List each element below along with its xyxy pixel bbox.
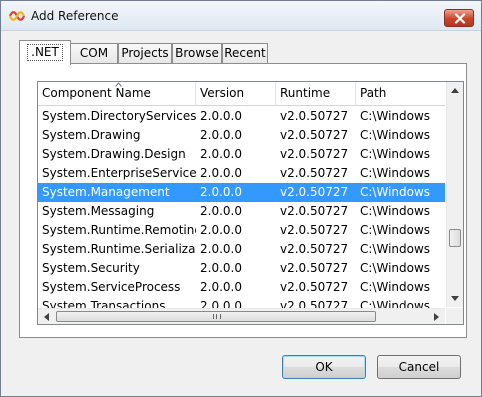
window-title: Add Reference: [31, 9, 119, 23]
list-header: Component Name Version Runtime Path: [38, 82, 445, 106]
cell-runtime: v2.0.50727: [280, 280, 349, 294]
list-rows: System.DirectoryServices.P... 2.0.0.0 v2.0…: [38, 107, 445, 310]
list-item[interactable]: System.Runtime.Remoting 2.0.0.0 v2.0.50727…: [38, 221, 445, 240]
list-item[interactable]: System.ServiceProcess 2.0.0.0 v2.0.50727 C:…: [38, 278, 445, 297]
tab-browse-label: Browse: [175, 46, 219, 60]
column-label: Component Name: [42, 86, 151, 100]
close-button[interactable]: [444, 9, 474, 27]
cell-name: System.Runtime.Remoting: [42, 223, 196, 237]
cell-name: System.Runtime.Serializati...: [42, 242, 196, 256]
list-item[interactable]: System.Drawing 2.0.0.0 v2.0.50727 C:\Window…: [38, 126, 445, 145]
cell-runtime: v2.0.50727: [280, 109, 349, 123]
tab-net-label: .NET: [27, 44, 63, 61]
cell-path: C:\Windows: [360, 147, 431, 161]
scroll-down-icon[interactable]: [451, 296, 459, 301]
scroll-grip-icon: [213, 314, 221, 319]
cell-version: 2.0.0.0: [200, 223, 242, 237]
cell-runtime: v2.0.50727: [280, 261, 349, 275]
cell-version: 2.0.0.0: [200, 280, 242, 294]
cell-name: System.EnterpriseServices: [42, 166, 196, 180]
cell-version: 2.0.0.0: [200, 147, 242, 161]
vertical-scrollbar[interactable]: [446, 82, 463, 307]
add-reference-dialog: Add Reference .NET COM Projects Browse R…: [0, 0, 482, 397]
cell-name: System.Messaging: [42, 204, 155, 218]
cell-name: System.DirectoryServices.P...: [42, 109, 196, 123]
scroll-up-icon[interactable]: [451, 88, 459, 93]
ok-button[interactable]: OK: [282, 355, 366, 379]
tab-projects[interactable]: Projects: [118, 43, 172, 64]
cell-path: C:\Windows: [360, 261, 431, 275]
cell-path: C:\Windows: [360, 280, 431, 294]
title-bar[interactable]: Add Reference: [1, 1, 481, 31]
cell-path: C:\Windows: [360, 166, 431, 180]
vertical-scroll-thumb[interactable]: [449, 229, 461, 247]
scroll-corner: [446, 308, 463, 324]
cell-runtime: v2.0.50727: [280, 147, 349, 161]
list-item[interactable]: System.Security 2.0.0.0 v2.0.50727 C:\Windo…: [38, 259, 445, 278]
cell-name: System.Security: [42, 261, 140, 275]
list-item[interactable]: System.Messaging 2.0.0.0 v2.0.50727 C:\Wind…: [38, 202, 445, 221]
tab-net[interactable]: .NET: [19, 40, 71, 65]
horizontal-scroll-thumb[interactable]: [56, 311, 376, 322]
tab-projects-label: Projects: [121, 46, 169, 60]
cell-runtime: v2.0.50727: [280, 128, 349, 142]
column-label: Runtime: [280, 86, 331, 100]
net-tab-page: Component Name Version Runtime Path Syst…: [19, 63, 467, 338]
column-header-path[interactable]: Path: [356, 82, 446, 106]
list-item[interactable]: System.DirectoryServices.P... 2.0.0.0 v2.0…: [38, 107, 445, 126]
scroll-right-icon[interactable]: [434, 313, 439, 321]
cancel-button[interactable]: Cancel: [377, 355, 461, 379]
list-item[interactable]: System.Drawing.Design 2.0.0.0 v2.0.50727 C:…: [38, 145, 445, 164]
column-header-version[interactable]: Version: [196, 82, 276, 106]
column-header-runtime[interactable]: Runtime: [276, 82, 356, 106]
cell-name: System.Drawing: [42, 128, 141, 142]
cell-path: C:\Windows: [360, 204, 431, 218]
cell-path: C:\Windows: [360, 223, 431, 237]
cell-version: 2.0.0.0: [200, 242, 242, 256]
close-icon: [454, 13, 466, 24]
cell-version: 2.0.0.0: [200, 204, 242, 218]
cell-name: System.ServiceProcess: [42, 280, 181, 294]
cell-path: C:\Windows: [360, 128, 431, 142]
column-label: Path: [360, 86, 387, 100]
cell-name: System.Management: [42, 185, 170, 199]
cell-runtime: v2.0.50727: [280, 223, 349, 237]
cell-version: 2.0.0.0: [200, 109, 242, 123]
cell-runtime: v2.0.50727: [280, 166, 349, 180]
tab-com-label: COM: [79, 46, 109, 60]
scroll-left-icon[interactable]: [44, 313, 49, 321]
cell-runtime: v2.0.50727: [280, 242, 349, 256]
column-label: Version: [200, 86, 245, 100]
cell-path: C:\Windows: [360, 242, 431, 256]
list-item[interactable]: System.EnterpriseServices 2.0.0.0 v2.0.507…: [38, 164, 445, 183]
list-item[interactable]: System.Runtime.Serializati... 2.0.0.0 v2.0…: [38, 240, 445, 259]
cell-runtime: v2.0.50727: [280, 204, 349, 218]
cell-name: System.Drawing.Design: [42, 147, 186, 161]
list-item[interactable]: System.Management 2.0.0.0 v2.0.50727 C:\Win…: [38, 183, 445, 202]
cell-runtime: v2.0.50727: [280, 185, 349, 199]
tab-com[interactable]: COM: [70, 43, 118, 64]
cell-version: 2.0.0.0: [200, 261, 242, 275]
sort-ascending-icon: [115, 82, 122, 87]
column-header-component-name[interactable]: Component Name: [38, 82, 196, 106]
horizontal-scrollbar[interactable]: [38, 308, 445, 324]
component-list[interactable]: Component Name Version Runtime Path Syst…: [37, 81, 464, 325]
cell-version: 2.0.0.0: [200, 166, 242, 180]
tab-browse[interactable]: Browse: [172, 43, 222, 64]
cell-version: 2.0.0.0: [200, 185, 242, 199]
tab-recent[interactable]: Recent: [222, 43, 268, 64]
cell-path: C:\Windows: [360, 185, 431, 199]
cell-path: C:\Windows: [360, 109, 431, 123]
cell-version: 2.0.0.0: [200, 128, 242, 142]
tab-recent-label: Recent: [224, 46, 266, 60]
visual-studio-icon: [8, 10, 26, 22]
